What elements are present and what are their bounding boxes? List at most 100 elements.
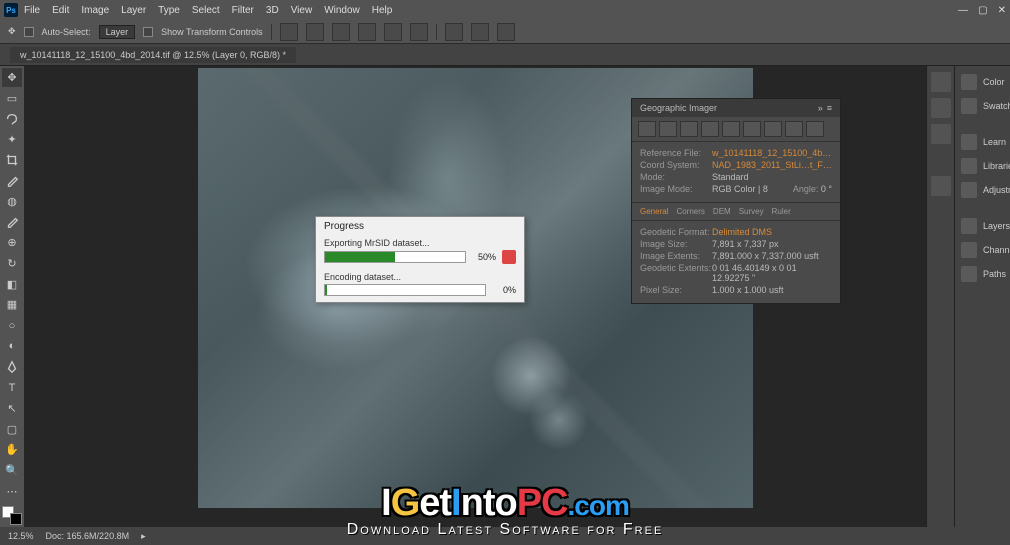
gi-tool-4[interactable] [701, 121, 719, 137]
auto-select-checkbox[interactable] [24, 27, 34, 37]
distribute-button-1[interactable] [445, 23, 463, 41]
panel-paths[interactable]: Paths [955, 262, 1010, 286]
learn-icon [961, 134, 977, 150]
align-right-button[interactable] [332, 23, 350, 41]
magic-wand-tool[interactable]: ✦ [2, 130, 22, 149]
align-center-h-button[interactable] [306, 23, 324, 41]
hand-tool[interactable]: ✋ [2, 440, 22, 459]
panel-adjustments[interactable]: Adjustments [955, 178, 1010, 202]
gi-header[interactable]: Geographic Imager » ≡ [632, 99, 840, 117]
menu-type[interactable]: Type [158, 5, 180, 16]
lasso-tool[interactable] [2, 109, 22, 128]
align-center-v-button[interactable] [384, 23, 402, 41]
align-bottom-button[interactable] [410, 23, 428, 41]
photoshop-icon: Ps [4, 3, 18, 17]
menu-select[interactable]: Select [192, 5, 220, 16]
panel-icon-4[interactable] [931, 176, 951, 196]
gi-pxsize-label: Pixel Size: [640, 285, 712, 295]
distribute-button-3[interactable] [497, 23, 515, 41]
progress-bar-2 [324, 284, 486, 296]
gi-tool-3[interactable] [680, 121, 698, 137]
menu-edit[interactable]: Edit [52, 5, 69, 16]
layers-icon [961, 218, 977, 234]
eraser-tool[interactable]: ◧ [2, 275, 22, 294]
menu-file[interactable]: File [24, 5, 40, 16]
align-top-button[interactable] [358, 23, 376, 41]
gi-tabs: General Corners DEM Survey Ruler [632, 202, 840, 221]
menu-3d[interactable]: 3D [266, 5, 279, 16]
menu-window[interactable]: Window [324, 5, 360, 16]
clone-stamp-tool[interactable]: ⊕ [2, 234, 22, 253]
menu-image[interactable]: Image [81, 5, 109, 16]
align-left-button[interactable] [280, 23, 298, 41]
maximize-icon[interactable]: ▢ [978, 5, 987, 16]
panel-learn[interactable]: Learn [955, 130, 1010, 154]
gi-geoext-value: 0 01 46.40149 x 0 01 12.92275 " [712, 263, 832, 283]
move-tool[interactable]: ✥ [2, 68, 22, 87]
panel-channels[interactable]: Channels [955, 238, 1010, 262]
menu-filter[interactable]: Filter [232, 5, 254, 16]
gi-tool-2[interactable] [659, 121, 677, 137]
close-icon[interactable]: ✕ [998, 5, 1006, 16]
panel-icon-3[interactable] [931, 124, 951, 144]
gi-tool-9[interactable] [806, 121, 824, 137]
gi-ref-file-label: Reference File: [640, 148, 712, 158]
auto-select-dropdown[interactable]: Layer [99, 25, 136, 39]
menu-layer[interactable]: Layer [121, 5, 146, 16]
gi-tool-6[interactable] [743, 121, 761, 137]
gi-tool-8[interactable] [785, 121, 803, 137]
pen-tool[interactable] [2, 358, 22, 377]
gi-tab-corners[interactable]: Corners [676, 207, 704, 216]
progress-stop-button[interactable] [502, 250, 516, 264]
gi-ref-file-value: w_10141118_12_15100_4bd_2014.tif [712, 148, 832, 158]
panel-swatches[interactable]: Swatches [955, 94, 1010, 118]
brush-tool[interactable] [2, 213, 22, 232]
menu-view[interactable]: View [291, 5, 313, 16]
menu-bar: Ps File Edit Image Layer Type Select Fil… [0, 0, 1010, 20]
gi-tab-ruler[interactable]: Ruler [772, 207, 791, 216]
gi-title: Geographic Imager [640, 103, 717, 113]
type-tool[interactable]: T [2, 378, 22, 397]
gi-tool-5[interactable] [722, 121, 740, 137]
panel-libraries[interactable]: Libraries [955, 154, 1010, 178]
eyedropper-tool[interactable] [2, 171, 22, 190]
gi-menu-icon[interactable]: ≡ [827, 103, 832, 113]
gradient-tool[interactable]: ▦ [2, 296, 22, 315]
minimize-icon[interactable]: — [958, 5, 968, 16]
gi-imgmode-label: Image Mode: [640, 184, 712, 194]
background-color[interactable] [10, 513, 22, 525]
blur-tool[interactable]: ○ [2, 316, 22, 335]
panel-layers[interactable]: Layers [955, 214, 1010, 238]
color-swatches[interactable] [2, 506, 22, 525]
gi-tab-general[interactable]: General [640, 207, 668, 216]
dodge-tool[interactable]: ◐ [2, 337, 22, 356]
shape-tool[interactable]: ▢ [2, 420, 22, 439]
healing-tool[interactable]: ◍ [2, 192, 22, 211]
progress-task-1: Exporting MrSID dataset... [324, 238, 516, 248]
gi-geofmt-value[interactable]: Delimited DMS [712, 227, 832, 237]
path-tool[interactable]: ↖ [2, 399, 22, 418]
panel-icon-2[interactable] [931, 98, 951, 118]
gi-collapse-icon[interactable]: » [818, 103, 823, 113]
panel-color[interactable]: Color [955, 70, 1010, 94]
marquee-tool[interactable]: ▭ [2, 89, 22, 108]
zoom-tool[interactable]: 🔍 [2, 461, 22, 480]
zoom-level[interactable]: 12.5% [8, 531, 34, 541]
show-transform-checkbox[interactable] [143, 27, 153, 37]
history-brush-tool[interactable]: ↻ [2, 254, 22, 273]
gi-tool-7[interactable] [764, 121, 782, 137]
gi-imgsize-label: Image Size: [640, 239, 712, 249]
geographic-imager-panel[interactable]: Geographic Imager » ≡ Reference File:w_1… [631, 98, 841, 304]
edit-toolbar[interactable]: ⋯ [2, 482, 22, 501]
gi-pxsize-value: 1.000 x 1.000 usft [712, 285, 832, 295]
document-tab[interactable]: w_10141118_12_15100_4bd_2014.tif @ 12.5%… [10, 47, 296, 63]
gi-tab-dem[interactable]: DEM [713, 207, 731, 216]
menu-help[interactable]: Help [372, 5, 393, 16]
gi-coord-value: NAD_1983_2011_StLi…t_FIPS_3103_Ft_US [712, 160, 832, 170]
distribute-button-2[interactable] [471, 23, 489, 41]
panel-icon-1[interactable] [931, 72, 951, 92]
gi-tool-1[interactable] [638, 121, 656, 137]
crop-tool[interactable] [2, 151, 22, 170]
gi-tab-survey[interactable]: Survey [739, 207, 764, 216]
status-chevron-icon[interactable]: ▸ [141, 531, 146, 542]
